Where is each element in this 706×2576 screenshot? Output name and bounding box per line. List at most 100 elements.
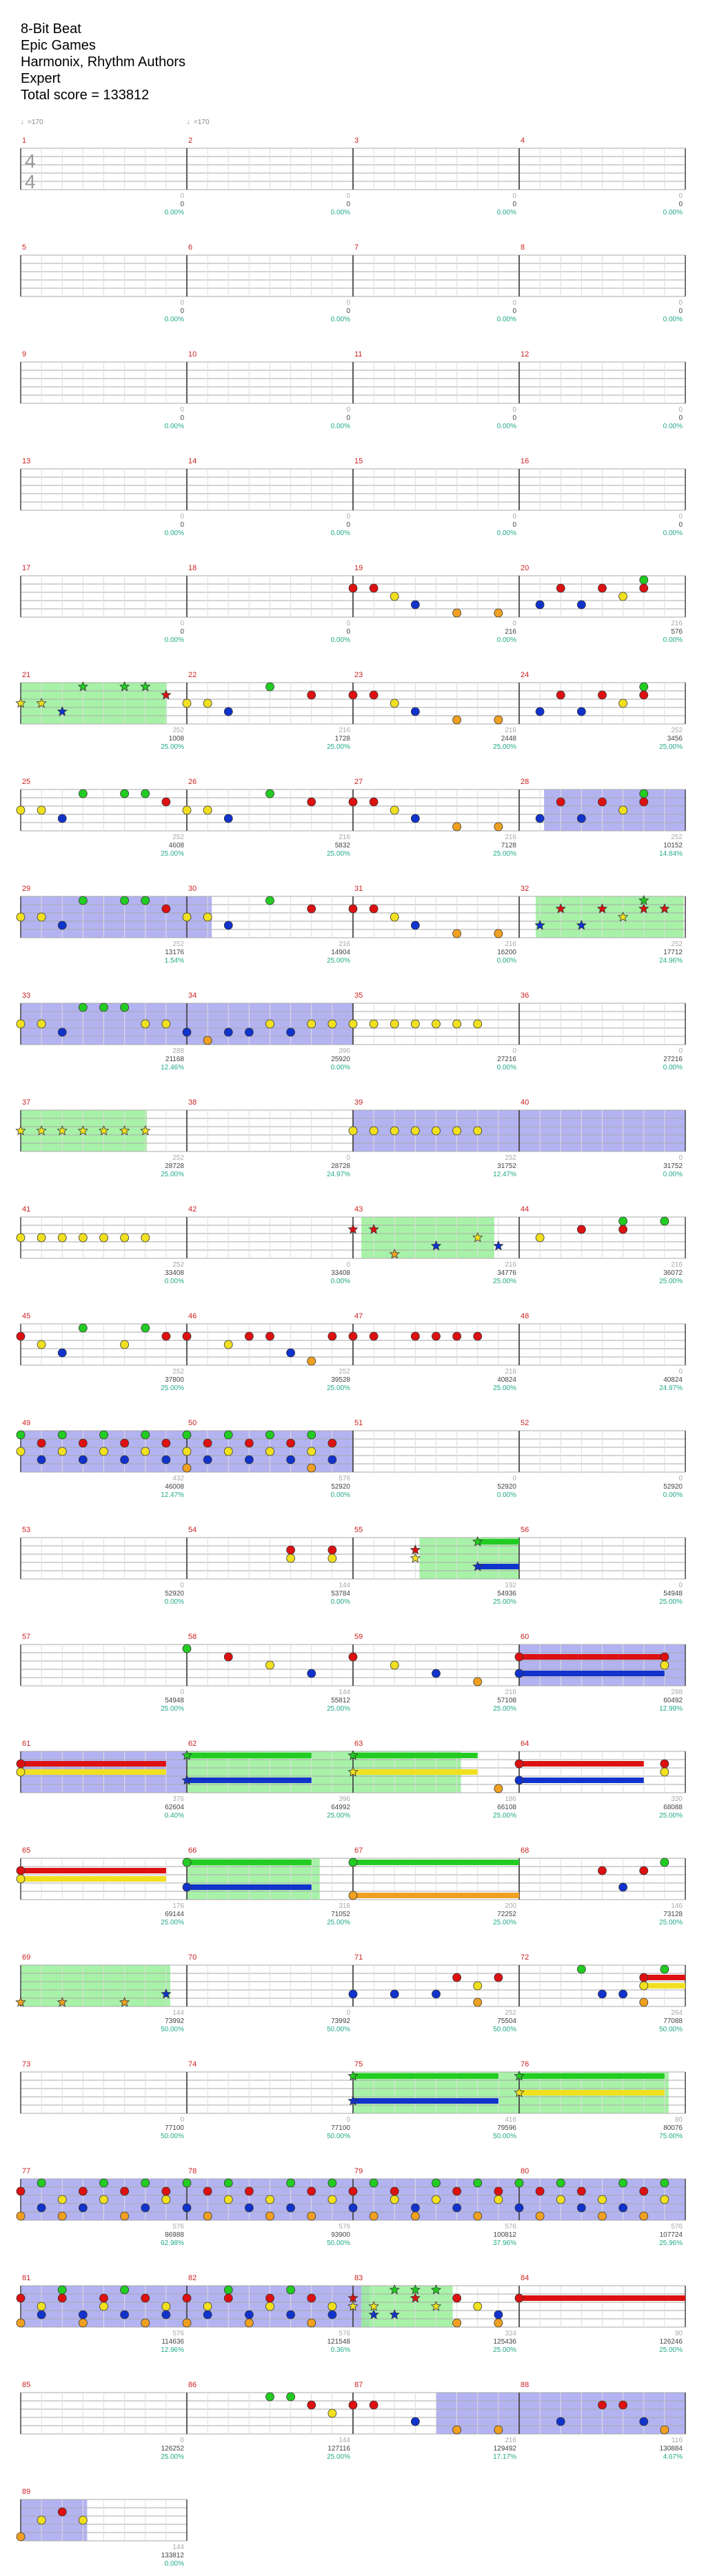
- measure-score: 114636: [161, 2338, 184, 2346]
- note-yellow: [265, 1660, 274, 1670]
- sustain-tail: [519, 1654, 665, 1660]
- measure-number: 44: [521, 1205, 529, 1214]
- measure-note-count: 216: [671, 620, 683, 627]
- note-yellow: [660, 1767, 669, 1777]
- measure-percent: 12.46%: [161, 1064, 184, 1071]
- sustain-tail: [477, 1539, 519, 1544]
- measure-42: [186, 1216, 354, 1259]
- sustain-tail: [21, 1868, 166, 1873]
- measure-note-count: 252: [505, 2009, 516, 2017]
- measure-12: [518, 361, 686, 404]
- measure-note-count: 144: [339, 2437, 350, 2444]
- measure-score: 79596: [497, 2124, 516, 2132]
- measure-percent: 50.00%: [493, 2026, 516, 2033]
- measure-score: 86988: [165, 2231, 184, 2239]
- note-yellow: [432, 1019, 441, 1029]
- measure-note-count: 576: [339, 2223, 350, 2231]
- note-red: [639, 1973, 649, 1982]
- measure-note-count: 116: [672, 2437, 683, 2444]
- measure-74: [186, 2071, 354, 2114]
- note-red: [535, 2186, 545, 2196]
- measure-note-count: 0: [180, 2437, 184, 2444]
- note-green: [576, 1964, 586, 1974]
- measure-score: 54948: [165, 1697, 184, 1704]
- note-green: [432, 2178, 441, 2188]
- note-yellow: [99, 2195, 108, 2204]
- note-yellow: [369, 1019, 379, 1029]
- measure-note-count: 200: [505, 1902, 516, 1910]
- measure-percent: 25.00%: [659, 1919, 683, 1926]
- note-green: [120, 2285, 130, 2295]
- sustain-tail: [187, 1753, 312, 1758]
- measure-percent: 0.00%: [165, 1598, 184, 1606]
- measure-note-count: 324: [505, 2330, 516, 2337]
- note-yellow: [223, 1340, 233, 1349]
- sustain-tail: [187, 1860, 312, 1865]
- note-yellow: [390, 2195, 399, 2204]
- note-yellow: [57, 1447, 67, 1456]
- measure-score: 0: [346, 521, 350, 529]
- measure-percent: 0.00%: [165, 209, 184, 217]
- note-red: [452, 1973, 462, 1982]
- note-yellow: [16, 912, 26, 922]
- measure-24: [518, 682, 686, 725]
- note-red: [286, 1545, 296, 1555]
- measure-1: [20, 148, 188, 190]
- measure-note-count: 252: [172, 834, 184, 841]
- note-green: [141, 1323, 150, 1333]
- note-blue: [223, 1027, 233, 1037]
- measure-score: 5832: [335, 842, 351, 849]
- measure-percent: 25.00%: [659, 1278, 683, 1285]
- note-blue: [618, 1882, 628, 1892]
- note-yellow: [327, 2408, 337, 2418]
- note-green: [286, 2178, 296, 2188]
- measure-number: 85: [22, 2381, 30, 2389]
- measure-percent: 25.96%: [659, 2240, 683, 2247]
- measure-note-count: 186: [505, 1795, 516, 1803]
- note-red: [410, 1331, 420, 1341]
- measure-score: 2448: [501, 735, 517, 743]
- note-red: [348, 2400, 358, 2410]
- note-red: [514, 2293, 524, 2303]
- note-blue: [390, 1989, 399, 1999]
- note-red: [660, 1759, 669, 1769]
- note-red: [307, 2186, 316, 2196]
- note-blue: [37, 2203, 46, 2213]
- note-yellow: [639, 1981, 649, 1991]
- measure-number: 6: [188, 243, 192, 252]
- note-yellow: [182, 1447, 192, 1456]
- measure-score: 71052: [331, 1911, 350, 1918]
- measure-percent: 0.00%: [331, 1278, 350, 1285]
- measure-number: 14: [188, 457, 196, 465]
- measure-score: 21168: [165, 1056, 185, 1063]
- measure-2: [186, 148, 354, 190]
- note-green: [37, 2178, 46, 2188]
- measure-score: 52920: [331, 1483, 350, 1491]
- measure-38: [186, 1109, 354, 1152]
- note-blue: [141, 2203, 150, 2213]
- note-red: [348, 797, 358, 807]
- measure-number: 35: [354, 992, 363, 1000]
- measure-number: 1: [22, 137, 26, 145]
- measure-percent: 50.00%: [161, 2026, 184, 2033]
- note-yellow: [598, 2195, 607, 2204]
- measure-number: 60: [521, 1633, 529, 1641]
- measure-note-count: 216: [505, 727, 516, 734]
- measure-percent: 0.00%: [331, 636, 350, 644]
- measure-score: 40824: [497, 1376, 516, 1384]
- measure-note-count: 0: [180, 1689, 184, 1696]
- note-yellow: [141, 1447, 150, 1456]
- measure-number: 53: [22, 1526, 30, 1534]
- note-red: [598, 1866, 607, 1875]
- measure-percent: 37.96%: [493, 2240, 516, 2247]
- note-blue: [286, 2203, 296, 2213]
- measure-number: 69: [22, 1953, 30, 1962]
- measure-number: 46: [188, 1312, 196, 1320]
- measure-number: 55: [354, 1526, 363, 1534]
- note-blue: [410, 2417, 420, 2426]
- measure-note-count: 216: [339, 940, 350, 948]
- measure-number: 37: [22, 1098, 30, 1107]
- note-red: [556, 797, 565, 807]
- measure-percent: 25.00%: [327, 2453, 350, 2461]
- measure-note-count: 376: [172, 1795, 184, 1803]
